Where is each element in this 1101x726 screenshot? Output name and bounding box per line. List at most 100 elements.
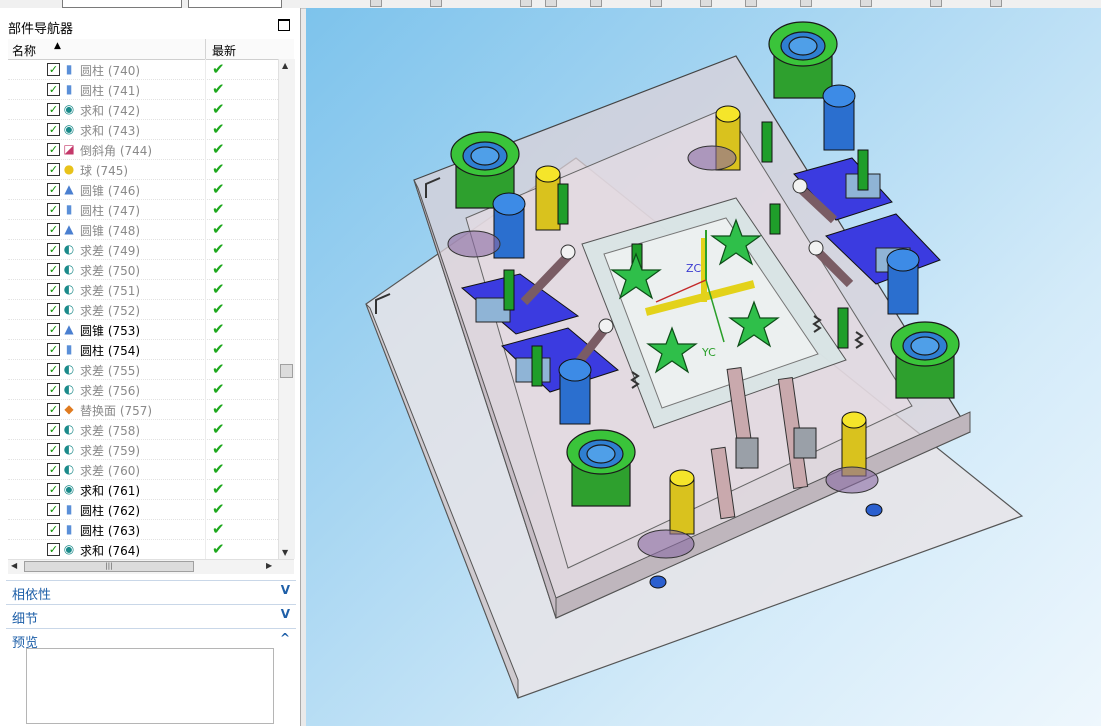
tree-row[interactable]: ✓ ◐ 求差 (752) ✔	[8, 299, 278, 320]
tree-row[interactable]: ✓ ◐ 求差 (751) ✔	[8, 279, 278, 300]
tree-row[interactable]: ✓ ◐ 求差 (755) ✔	[8, 359, 278, 380]
scroll-right-icon[interactable]: ▶	[266, 561, 272, 570]
tree-row[interactable]: ✓ ● 球 (745) ✔	[8, 159, 278, 180]
tree-row[interactable]: ✓ ◉ 求和 (764) ✔	[8, 539, 278, 559]
chevron-down-icon[interactable]: V	[281, 583, 290, 597]
toolbar-button[interactable]	[930, 0, 942, 7]
tree-row[interactable]: ✓ ◐ 求差 (760) ✔	[8, 459, 278, 480]
visibility-checkbox[interactable]: ✓	[47, 283, 60, 296]
tree-row[interactable]: ✓ ◉ 求和 (761) ✔	[8, 479, 278, 500]
mold-assembly-model[interactable]: ZC YC	[306, 8, 1101, 726]
column-latest-header[interactable]: 最新	[212, 42, 236, 59]
visibility-checkbox[interactable]: ✓	[47, 443, 60, 456]
graphics-viewport[interactable]: ZC YC	[306, 8, 1101, 726]
tree-row[interactable]: ✓ ◪ 倒斜角 (744) ✔	[8, 139, 278, 160]
visibility-checkbox[interactable]: ✓	[47, 63, 60, 76]
section-dependencies[interactable]: 相依性 V	[6, 580, 296, 603]
scroll-up-icon[interactable]: ▲	[282, 61, 288, 70]
scroll-down-icon[interactable]: ▼	[282, 548, 288, 557]
scroll-thumb[interactable]: |||	[24, 561, 194, 572]
tree-row[interactable]: ✓ ▮ 圆柱 (740) ✔	[8, 59, 278, 80]
column-divider	[205, 319, 206, 339]
visibility-checkbox[interactable]: ✓	[47, 243, 60, 256]
visibility-checkbox[interactable]: ✓	[47, 263, 60, 276]
visibility-checkbox[interactable]: ✓	[47, 123, 60, 136]
visibility-checkbox[interactable]: ✓	[47, 483, 60, 496]
visibility-checkbox[interactable]: ✓	[47, 543, 60, 556]
tree-row[interactable]: ✓ ▮ 圆柱 (762) ✔	[8, 499, 278, 520]
visibility-checkbox[interactable]: ✓	[47, 303, 60, 316]
visibility-checkbox[interactable]: ✓	[47, 103, 60, 116]
tree-row[interactable]: ✓ ◉ 求和 (743) ✔	[8, 119, 278, 140]
tree-row[interactable]: ✓ ◐ 求差 (758) ✔	[8, 419, 278, 440]
visibility-checkbox[interactable]: ✓	[47, 383, 60, 396]
scope-field[interactable]	[188, 0, 282, 8]
scroll-thumb[interactable]	[280, 364, 293, 378]
visibility-checkbox[interactable]: ✓	[47, 463, 60, 476]
horizontal-scrollbar[interactable]: ◀ ||| ▶	[8, 559, 294, 574]
column-name-header[interactable]: 名称	[12, 42, 36, 59]
toolbar-button[interactable]	[700, 0, 712, 7]
toolbar-button[interactable]	[430, 0, 442, 7]
feature-label: 球 (745)	[80, 164, 129, 178]
visibility-checkbox[interactable]: ✓	[47, 363, 60, 376]
toolbar-button[interactable]	[370, 0, 382, 7]
tree-row[interactable]: ✓ ◆ 替换面 (757) ✔	[8, 399, 278, 420]
section-details[interactable]: 细节 V	[6, 604, 296, 627]
tree-row[interactable]: ✓ ▲ 圆锥 (748) ✔	[8, 219, 278, 240]
column-divider[interactable]	[205, 39, 206, 59]
chevron-down-icon[interactable]: V	[281, 607, 290, 621]
toolbar-button[interactable]	[590, 0, 602, 7]
part-navigator-panel: 部件导航器 名称 ▲ 最新 ✓ ▮ 圆柱 (740) ✔ ✓ ▮ 圆柱 (741) ✔ ✓ ◉ 求和…	[0, 8, 301, 726]
maximize-icon[interactable]	[278, 19, 290, 31]
up-to-date-check-icon: ✔	[212, 300, 225, 318]
tree-row[interactable]: ✓ ▮ 圆柱 (763) ✔	[8, 519, 278, 540]
feature-label: 求和 (743)	[80, 124, 141, 138]
scroll-left-icon[interactable]: ◀	[11, 561, 17, 570]
visibility-checkbox[interactable]: ✓	[47, 403, 60, 416]
toolbar-button[interactable]	[800, 0, 812, 7]
cylinder-icon: ▮	[65, 342, 73, 356]
column-divider	[205, 439, 206, 459]
tree-row[interactable]: ✓ ◐ 求差 (759) ✔	[8, 439, 278, 460]
tree-row[interactable]: ✓ ▲ 圆锥 (746) ✔	[8, 179, 278, 200]
feature-label: 求和 (742)	[80, 104, 141, 118]
toolbar-button[interactable]	[520, 0, 532, 7]
vertical-scrollbar[interactable]: ▲ ▼	[278, 59, 295, 559]
visibility-checkbox[interactable]: ✓	[47, 183, 60, 196]
tree-row[interactable]: ✓ ▮ 圆柱 (741) ✔	[8, 79, 278, 100]
visibility-checkbox[interactable]: ✓	[47, 83, 60, 96]
up-to-date-check-icon: ✔	[212, 520, 225, 538]
toolbar-button[interactable]	[990, 0, 1002, 7]
visibility-checkbox[interactable]: ✓	[47, 163, 60, 176]
tree-row[interactable]: ✓ ◐ 求差 (749) ✔	[8, 239, 278, 260]
visibility-checkbox[interactable]: ✓	[47, 203, 60, 216]
tree-row[interactable]: ✓ ◐ 求差 (750) ✔	[8, 259, 278, 280]
visibility-checkbox[interactable]: ✓	[47, 323, 60, 336]
visibility-checkbox[interactable]: ✓	[47, 523, 60, 536]
feature-label: 求差 (750)	[80, 264, 141, 278]
toolbar-button[interactable]	[745, 0, 757, 7]
tree-row[interactable]: ✓ ▲ 圆锥 (753) ✔	[8, 319, 278, 340]
visibility-checkbox[interactable]: ✓	[47, 143, 60, 156]
toolbar-button[interactable]	[860, 0, 872, 7]
sort-ascending-icon[interactable]: ▲	[54, 41, 61, 51]
visibility-checkbox[interactable]: ✓	[47, 343, 60, 356]
tree-row[interactable]: ✓ ▮ 圆柱 (747) ✔	[8, 199, 278, 220]
subtract-icon: ◐	[63, 362, 75, 376]
chevron-up-icon[interactable]: ^	[280, 631, 290, 645]
up-to-date-check-icon: ✔	[212, 160, 225, 178]
selection-filter-field[interactable]	[62, 0, 182, 8]
visibility-checkbox[interactable]: ✓	[47, 503, 60, 516]
visibility-checkbox[interactable]: ✓	[47, 223, 60, 236]
tree-row[interactable]: ✓ ▮ 圆柱 (754) ✔	[8, 339, 278, 360]
up-to-date-check-icon: ✔	[212, 460, 225, 478]
tree-row[interactable]: ✓ ◐ 求差 (756) ✔	[8, 379, 278, 400]
visibility-checkbox[interactable]: ✓	[47, 423, 60, 436]
toolbar-button[interactable]	[545, 0, 557, 7]
up-to-date-check-icon: ✔	[212, 120, 225, 138]
tree-row[interactable]: ✓ ◉ 求和 (742) ✔	[8, 99, 278, 120]
feature-label: 圆柱 (740)	[80, 64, 141, 78]
toolbar-button[interactable]	[650, 0, 662, 7]
preview-area	[26, 648, 274, 724]
